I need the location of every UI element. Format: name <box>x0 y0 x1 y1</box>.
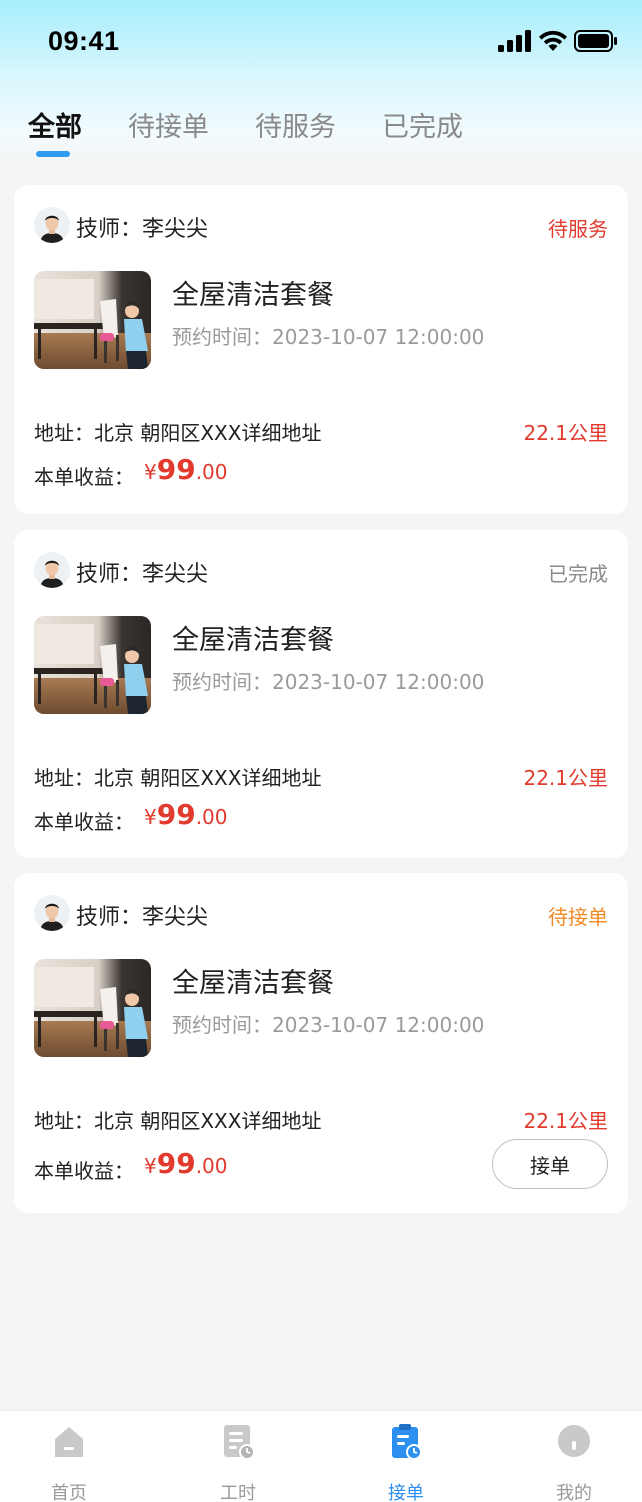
nav-item-timesheet[interactable]: 工时 <box>188 1421 288 1502</box>
income-label: 本单收益： <box>34 810 134 834</box>
service-name: 全屋清洁套餐 <box>172 625 334 656</box>
battery-icon <box>574 30 617 52</box>
profile-icon <box>558 1425 590 1457</box>
service-name: 全屋清洁套餐 <box>172 968 334 999</box>
technician-row: 技师：李尖尖 已完成 <box>34 552 608 592</box>
nav-label: 我的 <box>556 1483 592 1502</box>
order-status-badge: 待接单 <box>548 905 608 929</box>
income-amount: ¥99.00 <box>144 1147 228 1180</box>
active-tab-indicator <box>36 151 70 157</box>
technician-avatar <box>34 552 70 588</box>
order-card[interactable]: 技师：李尖尖 已完成 全屋清洁套餐 预约时间：2023-10-07 12:00:… <box>14 530 628 858</box>
order-card[interactable]: 技师：李尖尖 待接单 全屋清洁套餐 预约时间：2023-10-07 12:00:… <box>14 873 628 1213</box>
tab-all[interactable]: 全部 <box>28 105 82 144</box>
appointment-time: 预约时间：2023-10-07 12:00:00 <box>172 1013 485 1037</box>
nav-item-home[interactable]: 首页 <box>19 1421 119 1502</box>
service-address: 地址：北京 朝阳区XXX详细地址 <box>34 766 322 790</box>
distance: 22.1公里 <box>523 1109 608 1133</box>
cellular-signal-icon <box>498 30 531 52</box>
technician-name: 技师：李尖尖 <box>76 217 209 242</box>
nav-item-profile[interactable]: 我的 <box>524 1421 624 1502</box>
nav-label: 接单 <box>388 1483 424 1502</box>
service-thumbnail <box>34 959 151 1057</box>
status-bar: 09:41 <box>0 0 642 88</box>
order-status-badge: 已完成 <box>548 562 608 586</box>
wifi-icon <box>539 30 567 51</box>
home-icon <box>55 1427 83 1457</box>
tab-completed[interactable]: 已完成 <box>382 105 463 144</box>
nav-item-orders[interactable]: 接单 <box>356 1421 456 1502</box>
income-amount: ¥99.00 <box>144 453 228 486</box>
technician-avatar <box>34 895 70 931</box>
tab-pending-accept[interactable]: 待接单 <box>128 105 209 144</box>
service-thumbnail <box>34 271 151 369</box>
status-time: 09:41 <box>48 26 120 56</box>
service-name: 全屋清洁套餐 <box>172 280 334 311</box>
service-thumbnail <box>34 616 151 714</box>
income-amount: ¥99.00 <box>144 798 228 831</box>
appointment-time: 预约时间：2023-10-07 12:00:00 <box>172 670 485 694</box>
timesheet-icon <box>224 1425 255 1460</box>
technician-avatar <box>34 207 70 243</box>
technician-name: 技师：李尖尖 <box>76 905 209 930</box>
technician-name: 技师：李尖尖 <box>76 562 209 587</box>
order-card[interactable]: 技师：李尖尖 待服务 全屋清洁套餐 预约时间：2023-10-07 12:00:… <box>14 185 628 514</box>
nav-label: 首页 <box>51 1483 87 1502</box>
order-status-badge: 待服务 <box>548 217 608 241</box>
technician-row: 技师：李尖尖 待接单 <box>34 895 608 935</box>
distance: 22.1公里 <box>523 421 608 445</box>
distance: 22.1公里 <box>523 766 608 790</box>
service-address: 地址：北京 朝阳区XXX详细地址 <box>34 1109 322 1133</box>
tab-pending-service[interactable]: 待服务 <box>255 105 336 144</box>
technician-row: 技师：李尖尖 待服务 <box>34 207 608 247</box>
service-address: 地址：北京 朝阳区XXX详细地址 <box>34 421 322 445</box>
clipboard-clock-icon <box>392 1424 422 1460</box>
appointment-time: 预约时间：2023-10-07 12:00:00 <box>172 325 485 349</box>
income-label: 本单收益： <box>34 1159 134 1183</box>
income-label: 本单收益： <box>34 465 134 489</box>
accept-order-button[interactable]: 接单 <box>492 1139 608 1189</box>
order-tabs: 全部 待接单 待服务 已完成 <box>0 95 642 165</box>
nav-label: 工时 <box>220 1483 256 1502</box>
bottom-navigation: 首页 工时 接单 我的 <box>0 1410 642 1502</box>
